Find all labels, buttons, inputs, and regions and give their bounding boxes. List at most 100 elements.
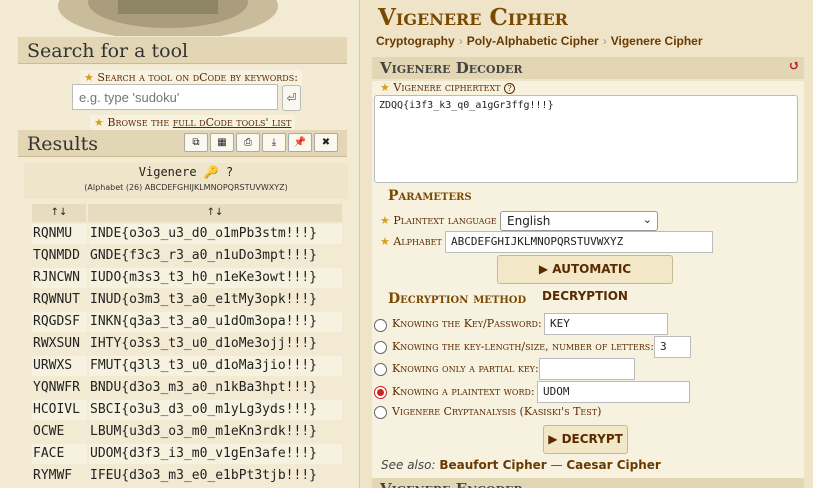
method-partial-key-label: Knowing only a partial key: (392, 362, 539, 375)
table-row[interactable]: RQGDSF INKN{q3a3_t3_a0_u1dOm3opa!!!} (32, 311, 342, 333)
search-by-keywords-link[interactable]: ★ Search a tool on dCode by keywords: (80, 70, 302, 85)
copy-icon[interactable]: ⧉ (184, 133, 208, 152)
breadcrumb-separator: › (602, 34, 607, 48)
automatic-decryption-button[interactable]: ▶ AUTOMATIC DECRYPTION (497, 255, 673, 303)
table-row[interactable]: HCOIVL SBCI{o3u3_d3_o0_m1yLg3yds!!!} (32, 399, 342, 421)
key-length-input[interactable]: 3 (654, 336, 691, 358)
table-row[interactable]: URWXS FMUT{q3l3_t3_u0_d1oMa3jio!!!} (32, 355, 342, 377)
result-text: IFEU{d3o3_m3_e0_e1bPt3tjb!!!} (90, 468, 317, 483)
see-also-caesar-link[interactable]: Caesar Cipher (566, 458, 661, 472)
result-key: OCWE (33, 424, 65, 439)
result-text: LBUM{u3d3_o3_m0_m1eKn3rdk!!!} (90, 424, 317, 439)
ciphertext-textarea[interactable]: ZDQQ{i3f3_k3_q0_a1gGr3ffg!!!} (374, 95, 798, 183)
breadcrumb-cryptography[interactable]: Cryptography (376, 34, 455, 48)
result-key: URWXS (32, 356, 87, 376)
result-key: FACE (32, 444, 87, 464)
result-alphabet: (Alphabet (26) ABCDEFGHIJKLMNOPQRSTUVWXY… (84, 183, 288, 192)
dcode-banner-image (48, 0, 288, 36)
page-title: Vigenere Cipher (372, 4, 806, 34)
result-text: IHTY{o3s3_t3_u0_d1oMe3ojj!!!} (90, 336, 317, 351)
method-keylength-radio[interactable] (374, 341, 387, 354)
search-by-keywords-label: Search a tool on dCode by keywords: (97, 71, 298, 84)
result-text: FMUT{q3l3_t3_u0_d1oMa3jio!!!} (89, 356, 342, 376)
result-key: RWXSUN (33, 336, 80, 351)
method-plaintext-word-radio[interactable] (374, 386, 387, 399)
star-icon: ★ (84, 71, 94, 84)
encoder-title-text: Vigenere Encoder (380, 480, 523, 488)
result-text: INUD{o3m3_t3_a0_e1tMy3opk!!!} (90, 292, 317, 307)
result-key: RQGDSF (32, 312, 87, 332)
result-header: Vigenere 🔑 ? (Alphabet (26) ABCDEFGHIJKL… (24, 163, 348, 199)
method-key-label: Knowing the Key/Password: (392, 317, 542, 330)
search-go-button[interactable]: ⏎ (282, 85, 301, 111)
table-row[interactable]: TQNMDD GNDE{f3c3_r3_a0_n1uDo3mpt!!!} (32, 245, 342, 267)
download-icon[interactable]: ⤓ (262, 133, 286, 152)
ciphertext-label-line: ★ Vigenere ciphertext ? (380, 81, 515, 94)
table-row[interactable]: RWXSUN IHTY{o3s3_t3_u0_d1oMe3ojj!!!} (32, 333, 342, 355)
browse-prefix: Browse the (107, 116, 173, 129)
table-icon[interactable]: ▦ (210, 133, 234, 152)
method-kasiski-radio[interactable] (374, 406, 387, 419)
result-text: GNDE{f3c3_r3_a0_n1uDo3mpt!!!} (90, 248, 317, 263)
see-also: See also: Beaufort Cipher — Caesar Ciphe… (381, 458, 661, 472)
star-icon: ★ (380, 214, 390, 227)
search-input[interactable] (72, 84, 278, 110)
method-key-radio[interactable] (374, 319, 387, 332)
star-icon: ★ (380, 81, 390, 94)
table-row[interactable]: FACE UDOM{d3f3_i3_m0_v1gEn3afe!!!} (32, 443, 342, 465)
results-toolbar: ⧉ ▦ ⎙ ⤓ 📌 ✖ (184, 133, 338, 152)
print-icon[interactable]: ⎙ (236, 133, 260, 152)
star-icon: ★ (380, 235, 390, 248)
plaintext-language-value: English (507, 214, 551, 228)
decrypt-button[interactable]: ▶ DECRYPT (543, 425, 628, 454)
breadcrumb-vigenere[interactable]: Vigenere Cipher (611, 34, 703, 48)
breadcrumb-polyalphabetic[interactable]: Poly-Alphabetic Cipher (467, 34, 599, 48)
help-icon[interactable]: ? (503, 83, 515, 94)
browse-tools-line: ★ Browse the full dCode tools' list (90, 115, 296, 130)
decoder-title-text: Vigenere Decoder (380, 59, 523, 77)
ciphertext-label: Vigenere ciphertext (393, 81, 501, 94)
left-sidebar: Search for a tool ★ Search a tool on dCo… (0, 0, 358, 488)
plaintext-language-label-line: ★ Plaintext language (380, 214, 497, 227)
table-row[interactable]: RJNCWN IUDO{m3s3_t3_h0_n1eKe3owt!!!} (32, 267, 342, 289)
result-tool-name: Vigenere 🔑 ? (138, 165, 234, 179)
alphabet-label: Alphabet (393, 235, 442, 248)
encoder-section-title: Vigenere Encoder (372, 478, 804, 488)
result-key: RJNCWN (32, 268, 87, 288)
browse-tools-link[interactable]: full dCode tools' list (173, 116, 292, 129)
table-row[interactable]: OCWE LBUM{u3d3_o3_m0_m1eKn3rdk!!!} (32, 421, 342, 443)
result-text: INKN{q3a3_t3_a0_u1dOm3opa!!!} (89, 312, 342, 332)
search-panel-title: Search for a tool (18, 37, 347, 64)
see-also-label: See also: (381, 458, 436, 472)
key-input[interactable]: KEY (544, 313, 668, 335)
partial-key-input[interactable] (539, 358, 635, 380)
sort-key-column[interactable]: ↑↓ (32, 204, 86, 222)
close-icon[interactable]: ✖ (314, 133, 338, 152)
decryption-method-title: Decryption method (388, 291, 527, 307)
pin-icon[interactable]: 📌 (288, 133, 312, 152)
result-text: SBCI{o3u3_d3_o0_m1yLg3yds!!!} (89, 400, 342, 420)
table-row[interactable]: RQNMU INDE{o3o3_u3_d0_o1mPb3stm!!!} (32, 223, 342, 245)
results-table: RQNMU INDE{o3o3_u3_d0_o1mPb3stm!!!} TQNMD… (32, 223, 342, 487)
see-also-beaufort-link[interactable]: Beaufort Cipher (439, 458, 546, 472)
table-row[interactable]: YQNWFR BNDU{d3o3_m3_a0_n1kBa3hpt!!!} (32, 377, 342, 399)
table-row[interactable]: RYMWF IFEU{d3o3_m3_e0_e1bPt3tjb!!!} (32, 465, 342, 487)
table-row[interactable]: RQWNUT INUD{o3m3_t3_a0_e1tMy3opk!!!} (32, 289, 342, 311)
result-key: HCOIVL (32, 400, 87, 420)
sort-text-column[interactable]: ↑↓ (88, 204, 342, 222)
decoder-section-title: Vigenere Decoder ↺ (372, 57, 804, 79)
result-key: RQWNUT (33, 292, 80, 307)
result-text: IUDO{m3s3_t3_h0_n1eKe3owt!!!} (89, 268, 342, 288)
plaintext-language-select[interactable]: English ⌄ (500, 211, 658, 231)
result-key: RQNMU (32, 224, 87, 244)
refresh-icon[interactable]: ↺ (788, 58, 800, 74)
result-text: UDOM{d3f3_i3_m0_v1gEn3afe!!!} (89, 444, 342, 464)
alphabet-input[interactable]: ABCDEFGHIJKLMNOPQRSTUVWXYZ (445, 231, 713, 253)
result-text: INDE{o3o3_u3_d0_o1mPb3stm!!!} (89, 224, 342, 244)
parameters-title: Parameters (388, 188, 472, 204)
method-keylength-label: Knowing the key-length/size, number of l… (392, 340, 654, 353)
method-kasiski-label: Vigenere Cryptanalysis (Kasiski's Test) (392, 405, 602, 418)
breadcrumb: Cryptography › Poly-Alphabetic Cipher › Vige… (376, 34, 703, 48)
plaintext-word-input[interactable]: UDOM (537, 381, 690, 403)
method-partial-key-radio[interactable] (374, 363, 387, 376)
